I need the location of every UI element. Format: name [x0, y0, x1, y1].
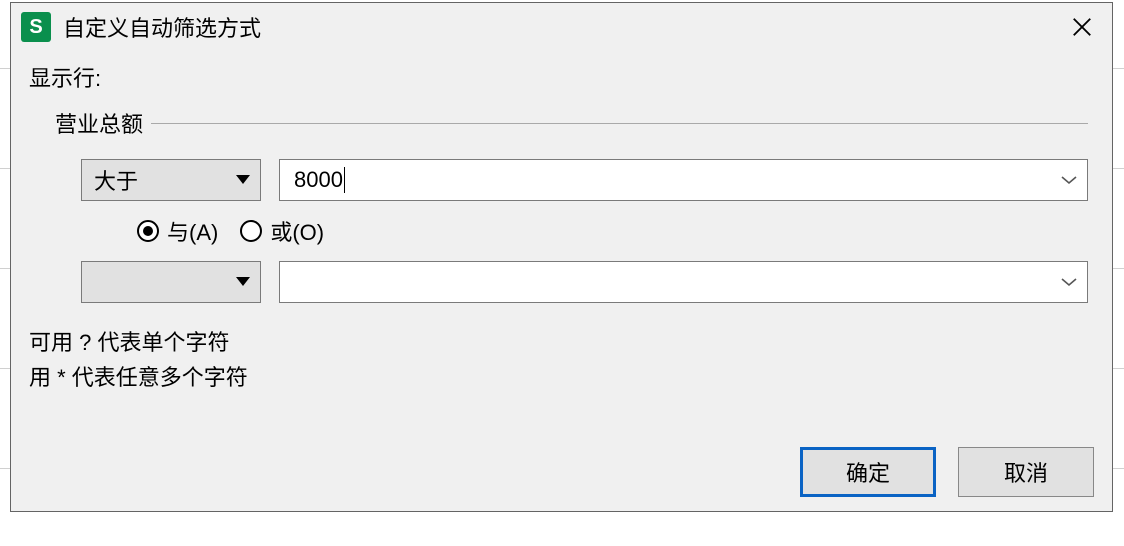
fieldset-divider — [151, 123, 1088, 124]
logic-radio-group: 与(A) 或(O) — [137, 215, 1088, 247]
value-text-1: 8000 — [294, 167, 343, 193]
app-icon: S — [21, 12, 51, 42]
titlebar: S 自定义自动筛选方式 — [11, 3, 1112, 51]
close-button[interactable] — [1062, 7, 1102, 47]
radio-and-label: 与(A) — [167, 215, 218, 247]
wildcard-hints: 可用 ? 代表单个字符 用 * 代表任意多个字符 — [29, 325, 1094, 395]
dialog-footer: 确定 取消 — [800, 447, 1094, 497]
value-combobox-1[interactable]: 8000 — [279, 159, 1088, 201]
dialog-title: 自定义自动筛选方式 — [63, 11, 261, 43]
value-combobox-2[interactable] — [279, 261, 1088, 303]
show-rows-label: 显示行: — [29, 61, 1094, 93]
hint-line-2: 用 * 代表任意多个字符 — [29, 360, 1094, 395]
radio-icon — [137, 220, 159, 242]
ok-button[interactable]: 确定 — [800, 447, 936, 497]
criteria-fieldset: 营业总额 大于 8000 — [55, 107, 1088, 303]
chevron-down-icon — [1061, 277, 1077, 287]
operator-dropdown-2[interactable] — [81, 261, 261, 303]
field-name-label: 营业总额 — [55, 107, 143, 139]
text-cursor — [344, 167, 345, 193]
operator-dropdown-1[interactable]: 大于 — [81, 159, 261, 201]
operator-value-1: 大于 — [94, 164, 138, 196]
radio-icon — [240, 220, 262, 242]
cancel-button[interactable]: 取消 — [958, 447, 1094, 497]
chevron-down-icon — [236, 277, 250, 287]
hint-line-1: 可用 ? 代表单个字符 — [29, 325, 1094, 360]
criteria-row-2 — [81, 261, 1088, 303]
dialog-body: 显示行: 营业总额 大于 8000 — [11, 51, 1112, 395]
chevron-down-icon — [236, 175, 250, 185]
radio-or[interactable]: 或(O) — [240, 215, 324, 247]
criteria-row-1: 大于 8000 — [81, 159, 1088, 201]
custom-autofilter-dialog: S 自定义自动筛选方式 显示行: 营业总额 大于 — [10, 2, 1113, 512]
radio-and[interactable]: 与(A) — [137, 215, 218, 247]
radio-or-label: 或(O) — [270, 215, 324, 247]
close-icon — [1071, 16, 1093, 38]
chevron-down-icon — [1061, 175, 1077, 185]
